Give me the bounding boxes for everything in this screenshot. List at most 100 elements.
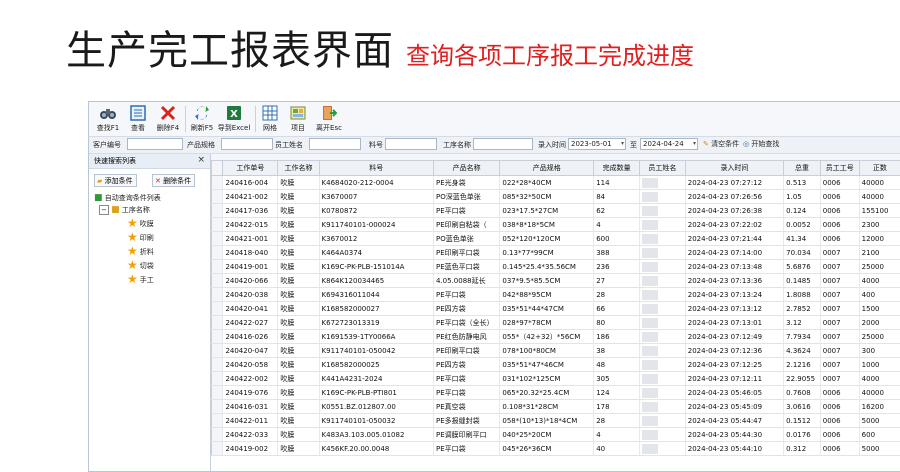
add-condition-button[interactable]: ▰ 添加条件 [94, 174, 137, 187]
column-header[interactable]: 工作名称 [278, 161, 319, 176]
table-cell [639, 358, 685, 372]
column-header[interactable]: 产品名称 [433, 161, 499, 176]
table-cell: 1000 [859, 358, 900, 372]
table-cell: 2024-04-23 07:13:36 [685, 274, 783, 288]
table-row[interactable]: 240420-038吹膜K694316011044PE平口袋042*88*95C… [212, 288, 900, 302]
grid-icon [261, 104, 279, 122]
view-button[interactable]: 查看 [127, 104, 149, 135]
table-row[interactable]: 240421-002吹膜K3670007PO深蓝色单张085*32*50CM84… [212, 190, 900, 204]
table-row[interactable]: 240420-058吹膜K168582000025PE四方袋035*51*47*… [212, 358, 900, 372]
table-cell: PE四方袋 [433, 302, 499, 316]
table-cell: 0007 [820, 246, 859, 260]
refresh-button[interactable]: 刷新F5 [189, 104, 215, 135]
table-row[interactable]: 240420-041吹膜K168582000027PE四方袋035*51*44*… [212, 302, 900, 316]
clear-conditions-label: 清空条件 [711, 140, 739, 148]
table-cell: 0.312 [784, 442, 821, 456]
table-cell: 2024-04-23 05:44:30 [685, 428, 783, 442]
table-cell: K3670007 [319, 190, 433, 204]
table-row[interactable]: 240419-001吹膜K169C-PK-PLB-151014APE蓝色平口袋0… [212, 260, 900, 274]
collapse-icon[interactable]: − [99, 205, 109, 215]
table-cell: 2024-04-23 05:45:09 [685, 400, 783, 414]
table-cell: 0006 [820, 400, 859, 414]
table-cell: 055*（42+32）*56CM [500, 330, 594, 344]
table-row[interactable]: 240420-066吹膜K864K1200344654.05.0088延长037… [212, 274, 900, 288]
slide-header: 生产完工报表界面 查询各项工序报工完成进度 [66, 18, 694, 78]
customer-code-input[interactable] [127, 138, 183, 150]
export-excel-button[interactable]: X 导到Excel [217, 104, 251, 135]
add-condition-label: 添加条件 [105, 177, 133, 185]
date-from-picker[interactable]: 2023-05-01 ▾ [568, 138, 626, 150]
close-icon[interactable]: × [197, 154, 205, 167]
table-cell: 0006 [820, 414, 859, 428]
table-cell: 078*100*80CM [500, 344, 594, 358]
table-cell: 4000 [859, 372, 900, 386]
delete-condition-button[interactable]: ✕ 删除条件 [152, 174, 195, 187]
project-button[interactable]: 项目 [287, 104, 309, 135]
tree-item-folding[interactable]: ★折料 [127, 245, 154, 257]
column-header[interactable]: 正数 [859, 161, 900, 176]
column-header[interactable]: 工作单号 [223, 161, 278, 176]
table-row[interactable]: 240416-026吹膜K1691539-1TY0066APE红色防静电风055… [212, 330, 900, 344]
column-header[interactable]: 完成数量 [594, 161, 640, 176]
table-row[interactable]: 240420-047吹膜K911740101-050042PE印刷平口袋078*… [212, 344, 900, 358]
table-row[interactable]: 240421-001吹膜K3670012PO蓝色单张052*120*120CM6… [212, 232, 900, 246]
column-header[interactable]: 总重 [784, 161, 821, 176]
table-cell [639, 190, 685, 204]
table-row[interactable]: 240419-002吹膜K456KF.20.00.0048PE平口袋045*26… [212, 442, 900, 456]
material-no-input[interactable] [385, 138, 437, 150]
table-row[interactable]: 240419-076吹膜K169C-PK-PLB-PTI801PE平口袋065*… [212, 386, 900, 400]
row-indicator [212, 316, 223, 330]
table-cell: 037*9.5*85.5CM [500, 274, 594, 288]
product-spec-input[interactable] [221, 138, 273, 150]
quick-search-panel: 快速搜索列表 × ▰ 添加条件 ✕ 删除条件 ■ 自动查询条件列表 − ■ 工序… [89, 154, 211, 471]
find-button[interactable]: 查找F1 [95, 104, 121, 135]
column-header[interactable]: 员工姓名 [639, 161, 685, 176]
table-cell: 70.034 [784, 246, 821, 260]
tree-item-blown-film[interactable]: ★吹膜 [127, 217, 154, 229]
start-search-button[interactable]: ◎ 开始查找 [743, 138, 779, 151]
table-cell [639, 302, 685, 316]
table-cell: 48 [594, 358, 640, 372]
process-name-input[interactable] [473, 138, 533, 150]
table-cell: 0007 [820, 358, 859, 372]
table-row[interactable]: 240416-031吹膜K0551.BZ.012807.00PE真空袋0.108… [212, 400, 900, 414]
tree-folder-icon: ■ [111, 205, 120, 215]
table-row[interactable]: 240418-040吹膜K464A0374PE印刷平口袋0.13*77*99CM… [212, 246, 900, 260]
tree-item-manual[interactable]: ★手工 [127, 273, 154, 285]
delete-condition-label: 删除条件 [163, 177, 191, 185]
table-row[interactable]: 240422-033吹膜K483A3.103.005.01082PE调膜印刷平口… [212, 428, 900, 442]
tree-group[interactable]: − ■ 工序名称 [99, 204, 150, 216]
date-to-picker[interactable]: 2024-04-24 ▾ [640, 138, 698, 150]
project-label: 项目 [287, 123, 309, 133]
exit-button[interactable]: 离开Esc [315, 104, 343, 135]
table-row[interactable]: 240422-027吹膜K672723013319PE平口袋（全长）028*97… [212, 316, 900, 330]
table-cell: 031*102*125CM [500, 372, 594, 386]
tree-item-printing[interactable]: ★印刷 [127, 231, 154, 243]
column-header[interactable]: 产品规格 [500, 161, 594, 176]
table-cell: 0.0052 [784, 218, 821, 232]
table-row[interactable]: 240422-011吹膜K911740101-050032PE多报缝封袋058*… [212, 414, 900, 428]
page-subtitle: 查询各项工序报工完成进度 [406, 36, 694, 71]
table-cell: PE印刷平口袋 [433, 246, 499, 260]
table-row[interactable]: 240422-015吹膜K911740101-000024PE印刷自粘袋（038… [212, 218, 900, 232]
delete-button[interactable]: 删除F4 [155, 104, 181, 135]
tree-root[interactable]: ■ 自动查询条件列表 [94, 192, 161, 204]
table-row[interactable]: 240417-036吹膜K0780872PE平口袋023*17.5*27CM62… [212, 204, 900, 218]
row-indicator [212, 372, 223, 386]
grid-button[interactable]: 网格 [259, 104, 281, 135]
column-header[interactable]: 员工工号 [820, 161, 859, 176]
clear-conditions-button[interactable]: ✎ 清空条件 [703, 138, 739, 151]
table-row[interactable]: 240422-002吹膜K441A4231-2024PE平口袋031*102*1… [212, 372, 900, 386]
table-cell: 2024-04-23 07:13:48 [685, 260, 783, 274]
star-icon: ★ [127, 258, 138, 272]
redacted-name [642, 276, 658, 286]
table-row[interactable]: 240416-004吹膜K4684020-212-0004PE光身袋022*28… [212, 176, 900, 190]
column-header[interactable]: 录入时间 [685, 161, 783, 176]
tree-item-bag-cutting[interactable]: ★切袋 [127, 259, 154, 271]
table-cell: 2024-04-23 07:12:36 [685, 344, 783, 358]
svg-text:X: X [230, 109, 238, 120]
employee-name-input[interactable] [309, 138, 361, 150]
table-cell: 2.7852 [784, 302, 821, 316]
column-header[interactable]: 料号 [319, 161, 433, 176]
refresh-icon [193, 104, 211, 122]
